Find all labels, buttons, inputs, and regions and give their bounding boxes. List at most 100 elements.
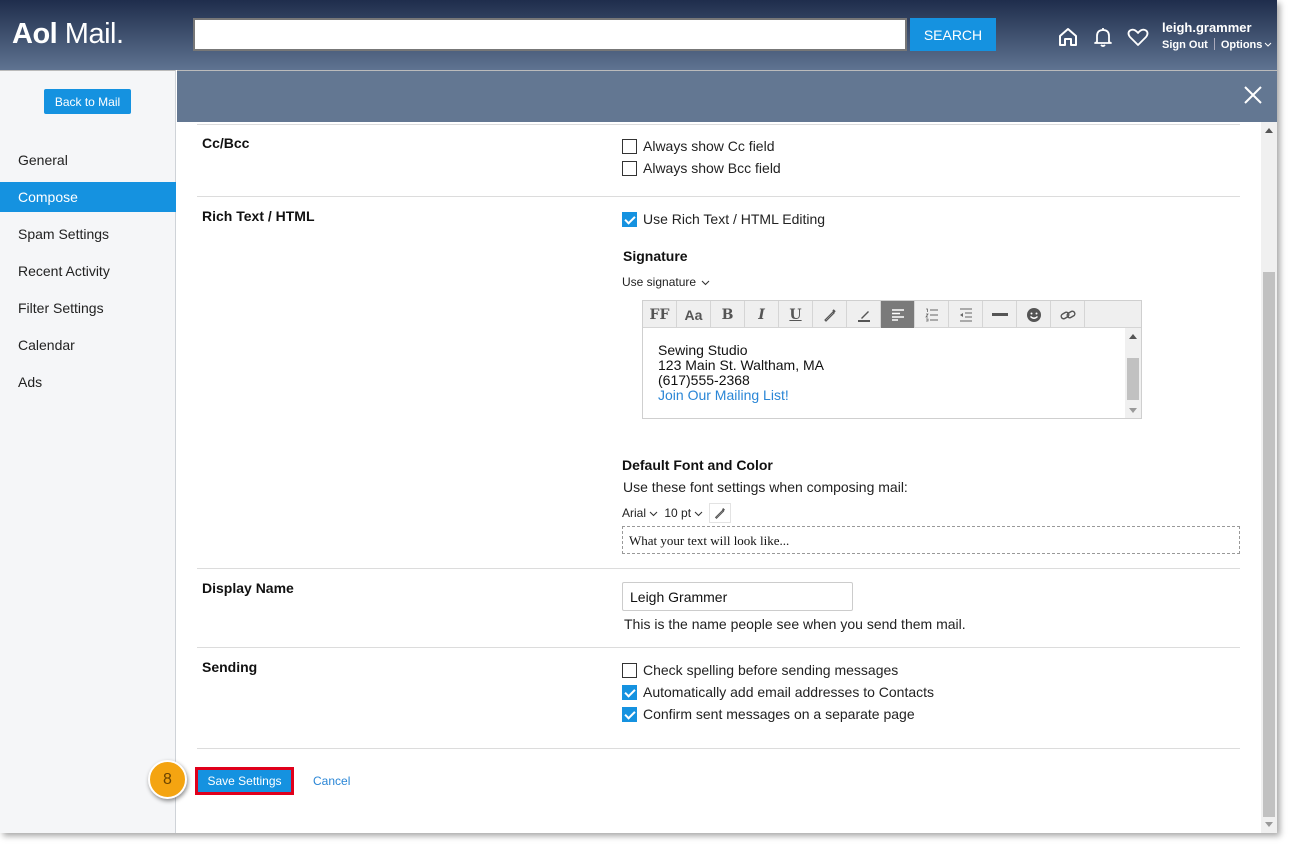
checkbox-label: Always show Bcc field	[643, 160, 781, 176]
close-icon[interactable]	[1243, 85, 1263, 105]
top-header: Aol Mail. SEARCH leigh.grammer Sign Out O…	[0, 0, 1277, 70]
font-settings-description: Use these font settings when composing m…	[623, 479, 908, 495]
user-links: Sign Out Options	[1162, 38, 1272, 51]
section-label-richtext: Rich Text / HTML	[202, 208, 315, 224]
align-left-button[interactable]	[881, 301, 915, 328]
underline-label: U	[789, 306, 802, 323]
chevron-down-icon	[1265, 42, 1272, 47]
emoji-button[interactable]	[1017, 301, 1051, 328]
signature-link[interactable]: Join Our Mailing List!	[658, 388, 824, 403]
signature-dropdown[interactable]: Use signature	[622, 275, 710, 289]
use-rich-text-checkbox[interactable]: Use Rich Text / HTML Editing	[622, 210, 825, 228]
settings-panel-header	[177, 70, 1277, 122]
smiley-icon	[1026, 307, 1041, 322]
italic-button[interactable]: I	[745, 301, 779, 328]
checkbox-box[interactable]	[622, 684, 637, 700]
checkbox-label: Check spelling before sending messages	[643, 662, 899, 678]
text-color-button[interactable]	[813, 301, 847, 328]
italic-label: I	[758, 306, 765, 323]
font-size-button[interactable]: Aa	[677, 301, 711, 328]
chevron-down-icon	[649, 511, 658, 517]
heart-icon[interactable]	[1127, 26, 1149, 48]
options-label: Options	[1220, 39, 1263, 51]
font-family-button[interactable]: FF	[643, 301, 677, 328]
signature-line: Sewing Studio	[658, 342, 748, 358]
font-color-button[interactable]	[709, 503, 732, 523]
checkbox-box[interactable]	[622, 138, 637, 154]
checkbox-box[interactable]	[622, 706, 637, 722]
signature-line: 123 Main St. Waltham, MA	[658, 357, 824, 373]
options-menu[interactable]: Options	[1221, 39, 1273, 51]
check-spelling-checkbox[interactable]: Check spelling before sending messages	[622, 661, 898, 679]
checkbox-label: Always show Cc field	[643, 138, 775, 154]
section-label-display-name: Display Name	[202, 580, 294, 596]
sign-out-link[interactable]: Sign Out	[1162, 39, 1208, 51]
font-family-dropdown[interactable]: Arial	[622, 506, 658, 520]
search-input[interactable]	[193, 18, 907, 51]
numbered-list-button[interactable]	[915, 301, 949, 328]
scroll-down-arrow[interactable]	[1129, 408, 1137, 413]
font-size-dropdown[interactable]: 10 pt	[664, 506, 703, 520]
signature-content[interactable]: Sewing Studio 123 Main St. Waltham, MA (…	[658, 343, 824, 403]
indent-button[interactable]	[949, 301, 983, 328]
highlight-button[interactable]	[847, 301, 881, 328]
font-size-value: 10 pt	[664, 506, 692, 520]
signature-editor[interactable]: FF Aa B I U Sewing Studio 123 Main St. W…	[642, 300, 1142, 419]
eyedropper-icon	[823, 308, 836, 322]
horizontal-rule-icon	[991, 312, 1008, 316]
confirm-sent-checkbox[interactable]: Confirm sent messages on a separate page	[622, 705, 915, 723]
checkbox-label: Confirm sent messages on a separate page	[643, 706, 915, 722]
always-show-cc-checkbox[interactable]: Always show Cc field	[622, 137, 775, 155]
divider	[197, 568, 1240, 569]
step-number-badge: 8	[148, 760, 187, 799]
underline-button[interactable]: U	[779, 301, 813, 328]
sidebar-item-spam-settings[interactable]: Spam Settings	[0, 219, 176, 249]
app-window: Aol Mail. SEARCH leigh.grammer Sign Out O…	[0, 0, 1277, 833]
username: leigh.grammer	[1162, 20, 1252, 35]
highlighter-icon	[857, 310, 870, 322]
sidebar-item-ads[interactable]: Ads	[0, 367, 176, 397]
bold-button[interactable]: B	[711, 301, 745, 328]
link-icon	[1060, 310, 1075, 319]
checkbox-box[interactable]	[622, 211, 637, 227]
main-scrollbar[interactable]	[1261, 122, 1277, 833]
signature-line: (617)555-2368	[658, 372, 750, 388]
sidebar-item-general[interactable]: General	[0, 145, 176, 175]
divider	[197, 647, 1240, 648]
divider	[197, 748, 1240, 749]
horizontal-rule-button[interactable]	[983, 301, 1017, 328]
auto-add-contacts-checkbox[interactable]: Automatically add email addresses to Con…	[622, 683, 934, 701]
checkbox-box[interactable]	[622, 160, 637, 176]
scroll-up-arrow[interactable]	[1129, 334, 1137, 339]
divider	[197, 124, 1240, 125]
search-button[interactable]: SEARCH	[910, 18, 996, 51]
font-controls: Arial 10 pt	[622, 503, 732, 523]
main-scroll-thumb[interactable]	[1263, 272, 1275, 817]
divider	[197, 196, 1240, 197]
save-settings-button[interactable]: Save Settings	[195, 767, 294, 795]
cancel-link[interactable]: Cancel	[313, 774, 350, 788]
editor-scrollbar[interactable]	[1125, 328, 1141, 418]
display-name-input[interactable]	[622, 582, 853, 611]
sidebar-item-calendar[interactable]: Calendar	[0, 330, 176, 360]
sidebar-item-recent-activity[interactable]: Recent Activity	[0, 256, 176, 286]
checkbox-box[interactable]	[622, 662, 637, 678]
scroll-up-arrow[interactable]	[1265, 128, 1273, 133]
home-icon[interactable]	[1057, 26, 1079, 48]
sidebar-item-compose[interactable]: Compose	[0, 182, 176, 212]
default-font-heading: Default Font and Color	[622, 457, 773, 473]
sidebar-item-filter-settings[interactable]: Filter Settings	[0, 293, 176, 323]
link-button[interactable]	[1051, 301, 1085, 328]
scroll-down-arrow[interactable]	[1265, 822, 1273, 827]
logo-bold: Aol	[12, 18, 58, 50]
back-to-mail-button[interactable]: Back to Mail	[44, 89, 131, 114]
eyedropper-icon	[715, 508, 726, 519]
settings-content: Cc/Bcc Always show Cc field Always show …	[177, 122, 1261, 833]
display-name-help: This is the name people see when you sen…	[624, 616, 966, 632]
bell-icon[interactable]	[1092, 26, 1114, 48]
signature-dropdown-label: Use signature	[622, 275, 697, 289]
editor-scroll-thumb[interactable]	[1127, 358, 1139, 400]
always-show-bcc-checkbox[interactable]: Always show Bcc field	[622, 159, 781, 177]
aol-mail-logo[interactable]: Aol Mail.	[12, 18, 124, 51]
checkbox-label: Use Rich Text / HTML Editing	[643, 211, 826, 227]
